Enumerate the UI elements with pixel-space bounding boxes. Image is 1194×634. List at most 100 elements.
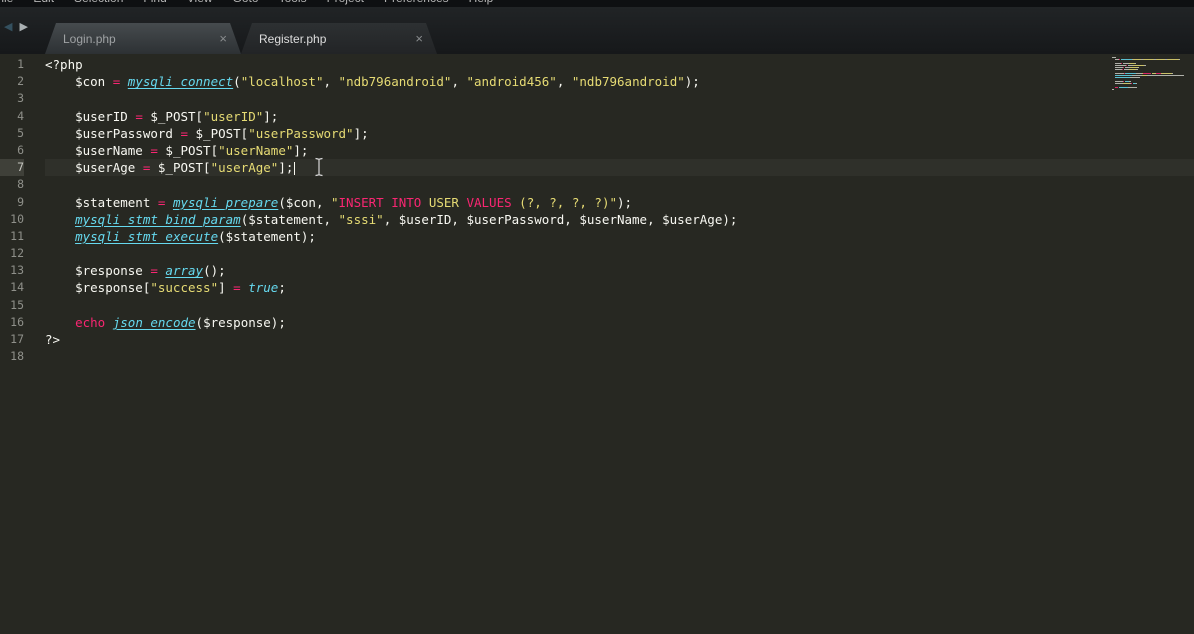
- code-token-str: "userID": [203, 108, 264, 124]
- line-number[interactable]: 11: [0, 228, 24, 245]
- code-line[interactable]: <?php: [45, 56, 1194, 73]
- line-number[interactable]: 4: [0, 108, 24, 125]
- minimap-line: [1112, 57, 1186, 58]
- menu-item-tools[interactable]: Tools: [279, 0, 307, 5]
- line-number[interactable]: 14: [0, 279, 24, 296]
- minimap-line: [1112, 89, 1186, 90]
- minimap-line: [1112, 59, 1186, 60]
- code-token-plain: ,: [556, 74, 572, 90]
- code-token-plain: $userPassword: [45, 125, 181, 141]
- menu-item-view[interactable]: View: [187, 0, 213, 5]
- code-token-plain: ];: [293, 142, 309, 158]
- code-token-str: "userAge": [210, 160, 279, 176]
- minimap-line: [1112, 61, 1186, 62]
- code-editor-window: File Edit Selection Find View Goto Tools Projec…: [0, 0, 1194, 634]
- code-token-plain: ;: [278, 280, 286, 296]
- code-line[interactable]: [45, 90, 1194, 107]
- code-token-plain: $response[: [45, 280, 151, 296]
- code-token-str: "userName": [218, 142, 294, 158]
- line-number[interactable]: 3: [0, 90, 24, 107]
- code-line[interactable]: echo json_encode($response);: [45, 314, 1194, 331]
- code-line[interactable]: $con = mysqli_connect("localhost", "ndb7…: [45, 73, 1194, 90]
- minimap[interactable]: [1112, 57, 1186, 93]
- code-line[interactable]: [45, 348, 1194, 365]
- code-lines[interactable]: <?php $con = mysqli_connect("localhost",…: [45, 56, 1194, 634]
- minimap-line: [1112, 65, 1186, 66]
- code-token-plain: $response: [45, 263, 151, 279]
- code-line[interactable]: $response["success"] = true;: [45, 279, 1194, 296]
- code-token-plain: ($response);: [195, 314, 286, 330]
- code-token-op: =: [233, 280, 241, 296]
- code-token-kw: echo: [75, 314, 106, 330]
- line-number[interactable]: 12: [0, 245, 24, 262]
- line-number[interactable]: 5: [0, 125, 24, 142]
- code-token-plain: $userName: [45, 142, 151, 158]
- minimap-line: [1112, 75, 1186, 76]
- minimap-line: [1112, 81, 1186, 82]
- code-line[interactable]: ?>: [45, 331, 1194, 348]
- code-token-plain: (: [233, 74, 241, 90]
- code-line[interactable]: [45, 297, 1194, 314]
- menu-item-edit[interactable]: Edit: [33, 0, 54, 5]
- code-line[interactable]: [45, 176, 1194, 193]
- minimap-line: [1112, 67, 1186, 68]
- code-line[interactable]: mysqli_stmt_bind_param($statement, "sssi…: [45, 211, 1194, 228]
- minimap-line: [1112, 79, 1186, 80]
- line-number[interactable]: 9: [0, 194, 24, 211]
- code-line[interactable]: $response = array();: [45, 262, 1194, 279]
- menu-item-preferences[interactable]: Preferences: [384, 0, 449, 5]
- menu-item-find[interactable]: Find: [143, 0, 166, 5]
- code-line[interactable]: [45, 245, 1194, 262]
- close-icon[interactable]: ×: [219, 32, 227, 45]
- line-number[interactable]: 18: [0, 348, 24, 365]
- back-arrow-icon[interactable]: ◀: [4, 20, 12, 33]
- code-token-fn: mysqli_stmt_bind_param: [75, 211, 241, 227]
- code-token-plain: );: [617, 194, 633, 210]
- line-number[interactable]: 13: [0, 262, 24, 279]
- code-token-fn: json_encode: [112, 314, 196, 330]
- minimap-line: [1112, 71, 1186, 72]
- line-number[interactable]: 16: [0, 314, 24, 331]
- code-token-plain: ]: [218, 280, 234, 296]
- code-line[interactable]: $userID = $_POST["userID"];: [45, 108, 1194, 125]
- line-number[interactable]: 7: [0, 159, 24, 177]
- tab-login-php[interactable]: Login.php ×: [45, 23, 241, 54]
- tab-register-php[interactable]: Register.php ×: [241, 23, 437, 54]
- line-number[interactable]: 2: [0, 73, 24, 90]
- code-token-plain: $_POST[: [150, 160, 211, 176]
- menu-item-selection[interactable]: Selection: [74, 0, 123, 5]
- menu-item-project[interactable]: Project: [327, 0, 364, 5]
- code-token-str: USER: [421, 194, 467, 210]
- code-token-fn: mysqli_prepare: [172, 194, 279, 210]
- line-number[interactable]: 15: [0, 297, 24, 314]
- code-token-op: =: [150, 263, 158, 279]
- code-token-plain: $statement: [45, 194, 158, 210]
- line-number[interactable]: 1: [0, 56, 24, 73]
- code-line[interactable]: mysqli_stmt_execute($statement);: [45, 228, 1194, 245]
- code-line[interactable]: $userAge = $_POST["userAge"];: [45, 159, 1194, 177]
- menu-item-help[interactable]: Help: [469, 0, 494, 5]
- code-token-str: "localhost": [240, 74, 324, 90]
- code-line[interactable]: $userName = $_POST["userName"];: [45, 142, 1194, 159]
- menu-item-file[interactable]: File: [0, 0, 13, 5]
- code-token-op: =: [135, 108, 143, 124]
- code-line[interactable]: $userPassword = $_POST["userPassword"];: [45, 125, 1194, 142]
- forward-arrow-icon[interactable]: ▶: [19, 20, 27, 33]
- code-line[interactable]: $statement = mysqli_prepare($con, "INSER…: [45, 194, 1194, 211]
- minimap-line: [1112, 73, 1186, 74]
- code-token-op: =: [150, 142, 158, 158]
- line-number[interactable]: 10: [0, 211, 24, 228]
- close-icon[interactable]: ×: [415, 32, 423, 45]
- code-token-plain: ,: [451, 74, 467, 90]
- line-number[interactable]: 8: [0, 176, 24, 193]
- line-number[interactable]: 6: [0, 142, 24, 159]
- line-number[interactable]: 17: [0, 331, 24, 348]
- minimap-line: [1112, 63, 1186, 64]
- menu-item-goto[interactable]: Goto: [233, 0, 259, 5]
- code-token-plain: $userID: [45, 108, 136, 124]
- code-token-plain: $_POST[: [157, 142, 219, 158]
